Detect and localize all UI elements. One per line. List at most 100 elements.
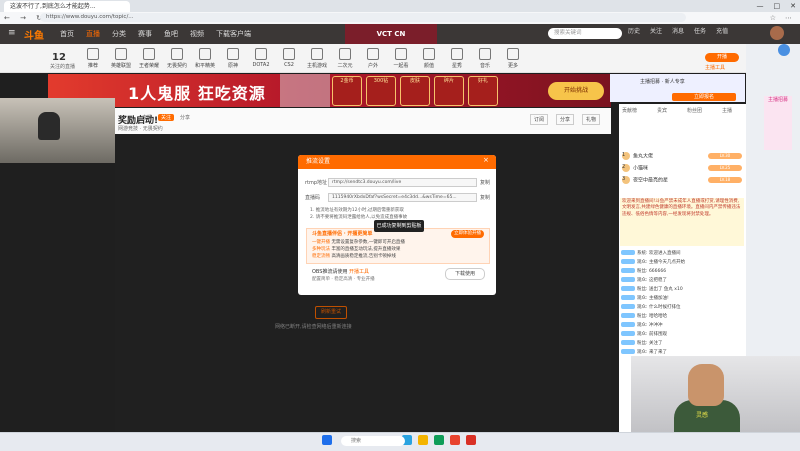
streamer-tools-link[interactable]: 主播工具 [705,64,725,71]
taskbar-app-icon[interactable] [418,435,428,445]
category-icon [283,48,295,60]
follow-button[interactable]: 关注 [158,114,175,121]
follow-icon[interactable]: 关注 [650,26,662,35]
category-item[interactable]: 户外 [362,48,384,69]
promo-line: 多种玩法 丰富的直播互动玩法,提升直播效果 [312,247,401,252]
banner-prize[interactable]: 2金币 [332,76,362,106]
rank-row[interactable]: 3 夜空中最亮的星 [622,176,668,184]
category-item[interactable]: 英雄联盟 [110,48,132,69]
download-button[interactable]: 下载使用 [445,268,485,280]
dialog-title: 推流设置 [298,155,496,169]
category-item[interactable]: 无畏契约 [166,48,188,69]
maximize-button[interactable]: □ [774,0,781,12]
banner-prize[interactable]: 皮肤 [400,76,430,106]
category-icon [479,48,491,60]
chat-message: 系统: 欢迎进入直播间 [621,250,680,256]
close-icon[interactable]: × [483,156,489,164]
category-icon [143,48,155,60]
category-item[interactable]: 主机游戏 [306,48,328,69]
follow-count[interactable]: 12 [52,52,66,63]
taskbar-app-icon[interactable] [434,435,444,445]
category-item[interactable]: 推荐 [82,48,104,69]
banner-prize[interactable]: 好礼 [468,76,498,106]
tab-fans[interactable]: 粉丝团 [687,107,702,114]
tool-link[interactable]: 开播工具 [349,269,369,275]
try-tool-button[interactable]: 立即体验开播 [451,230,484,238]
rank-row[interactable]: 2 小猫咪 [622,164,648,172]
copy-key-button[interactable]: 复制 [480,194,490,201]
url-input[interactable]: https://www.douyu.com/topic/... [40,13,686,22]
nav-download[interactable]: 下载客户端 [216,29,251,39]
avatar[interactable] [770,26,784,40]
nav-video[interactable]: 视频 [190,29,204,39]
nav-home[interactable]: 首页 [60,29,74,39]
open-live-button[interactable]: 开播 [705,53,739,62]
category-item[interactable]: DOTA2 [250,48,272,69]
category-item[interactable]: 颜值 [418,48,440,69]
category-item[interactable]: 和平精英 [194,48,216,69]
site-logo[interactable]: 斗鱼 [24,27,44,42]
rank-row[interactable]: 1 鱼丸大佬 [622,152,653,160]
right-ad-button[interactable]: 立即报名 [672,93,736,101]
history-icon[interactable]: 历史 [628,26,640,35]
taskbar-app-icon[interactable] [450,435,460,445]
banner-cta-button[interactable]: 开始挑战 [548,82,604,100]
task-icon[interactable]: 任务 [694,26,706,35]
category-item[interactable]: 一起看 [390,48,412,69]
chat-message: 粉丝: 关注了 [621,340,662,346]
menu-icon[interactable]: ≡ [8,28,16,38]
message-icon[interactable]: 消息 [672,26,684,35]
search-input[interactable]: 搜索关键词 [548,28,622,39]
chat-message: 观众: 这把稳了 [621,277,667,283]
right-ad-text: 主播招募 · 新人专享 [640,79,685,85]
share-button[interactable]: 分享 [556,114,575,125]
category-item[interactable]: 音乐 [474,48,496,69]
tab-contribution[interactable]: 贡献榜 [622,107,637,114]
category-item[interactable]: CS2 [278,48,300,69]
side-ad[interactable]: 主播招募 [764,96,792,150]
banner-prize[interactable]: 碎片 [434,76,464,106]
minimize-button[interactable]: — [757,0,764,12]
taskbar-app-icon[interactable] [466,435,476,445]
taskbar-search[interactable]: 搜索 [341,436,405,446]
stream-key-field[interactable]: 1115940rXbdxDfaf?wsSecret=e4c3dd...&wsTi… [328,193,477,202]
browser-tab[interactable]: 这波不行了,到底怎么才能起势... [4,1,130,12]
nav-yuba[interactable]: 鱼吧 [164,29,178,39]
gift-button[interactable]: 礼物 [582,114,601,125]
webcam-face [688,364,724,406]
room-category[interactable]: 网游竞技 · 无畏契约 [118,125,163,132]
room-actions: 主播 关注 分享 [142,114,190,121]
badge-icon [621,250,635,255]
chat-message: 观众: 前排围观 [621,331,667,337]
nav-live[interactable]: 直播 [86,29,100,39]
streamer-name[interactable]: 主播 [142,114,152,121]
bookmark-icon[interactable]: ☆ [770,12,776,24]
close-button[interactable]: ✕ [790,0,796,12]
category-icon [171,48,183,60]
event-logo[interactable]: VCT CN [345,24,437,44]
side-float-button[interactable] [778,44,790,56]
nav-category[interactable]: 分类 [112,29,126,39]
tab-anchor[interactable]: 主播 [722,107,732,114]
more-icon[interactable]: ⋯ [785,12,792,24]
badge-icon [621,277,635,282]
chat-message: 观众: 来了来了 [621,349,667,355]
start-icon[interactable] [322,435,332,445]
rtmp-address-field[interactable]: rtmp://sendtc3.douyu.com/live [328,178,477,187]
badge-icon [621,313,635,318]
category-item[interactable]: 更多 [502,48,524,69]
share-link[interactable]: 分享 [180,114,190,121]
chat-message: 观众: 冲冲冲 [621,322,662,328]
copy-rtmp-button[interactable]: 复制 [480,179,490,186]
category-item[interactable]: 原神 [222,48,244,69]
subscribe-button[interactable]: 订阅 [530,114,549,125]
category-item[interactable]: 二次元 [334,48,356,69]
tab-vip[interactable]: 贵宾 [657,107,667,114]
copied-tooltip: 已成功复制到剪贴板 [374,220,424,232]
banner-prize[interactable]: 300钻 [366,76,396,106]
category-item[interactable]: 星秀 [446,48,468,69]
recharge-icon[interactable]: 充值 [716,26,728,35]
header-icons: 历史 关注 消息 任务 充值 [628,26,728,35]
nav-esports[interactable]: 赛事 [138,29,152,39]
category-item[interactable]: 王者荣耀 [138,48,160,69]
